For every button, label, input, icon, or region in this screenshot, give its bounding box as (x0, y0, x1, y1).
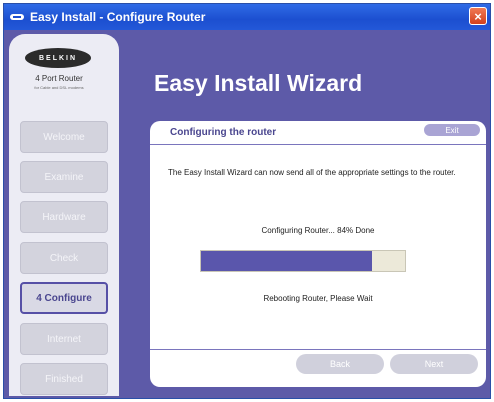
next-label: Next (424, 359, 444, 369)
wizard-title: Easy Install Wizard (154, 70, 363, 96)
wizard-window: Easy Install - Configure Router × BELKIN… (3, 3, 491, 399)
nav-item-label: Check (49, 252, 79, 264)
close-icon: × (474, 8, 482, 24)
progress-fill (201, 251, 373, 271)
product-subtitle: for Cable and DSL modems (34, 85, 84, 90)
title-bar[interactable]: Easy Install - Configure Router × (4, 4, 490, 30)
nav-item-label: Internet (47, 333, 81, 345)
logo-text: BELKIN (38, 54, 78, 62)
nav-item-label: Welcome (43, 131, 85, 143)
progress-bar (200, 250, 406, 272)
back-button[interactable]: Back (296, 354, 384, 374)
nav-item-welcome[interactable]: Welcome (20, 121, 108, 153)
window-title: Easy Install - Configure Router (30, 10, 206, 24)
belkin-logo: BELKIN (25, 48, 91, 68)
nav-item-label: Examine (44, 171, 84, 183)
nav-item-label: Hardware (42, 211, 86, 223)
nav-item-finished[interactable]: Finished (20, 363, 108, 395)
nav-item-hardware[interactable]: Hardware (20, 201, 108, 233)
progress-label: Configuring Router... 84% Done (261, 226, 375, 235)
nav-item-label: 4 Configure (36, 292, 92, 304)
sidebar: BELKIN 4 Port Router for Cable and DSL m… (9, 34, 119, 396)
nav-item-configure[interactable]: 4 Configure (20, 282, 108, 314)
exit-button[interactable]: Exit (424, 124, 480, 136)
back-label: Back (329, 359, 350, 369)
nav-item-label: Finished (45, 373, 83, 385)
app-icon (10, 14, 24, 20)
nav-item-examine[interactable]: Examine (20, 161, 108, 193)
divider (150, 144, 486, 145)
status-text: Rebooting Router, Please Wait (263, 294, 373, 303)
next-button[interactable]: Next (390, 354, 478, 374)
description-text: The Easy Install Wizard can now send all… (168, 168, 456, 177)
divider (150, 349, 486, 350)
nav-item-check[interactable]: Check (20, 242, 108, 274)
close-button[interactable]: × (469, 7, 487, 25)
exit-label: Exit (445, 125, 459, 135)
panel-title: Configuring the router (170, 127, 277, 138)
content-panel: Configuring the router Exit The Easy Ins… (150, 121, 486, 387)
product-name: 4 Port Router (35, 74, 83, 83)
nav-item-internet[interactable]: Internet (20, 323, 108, 355)
